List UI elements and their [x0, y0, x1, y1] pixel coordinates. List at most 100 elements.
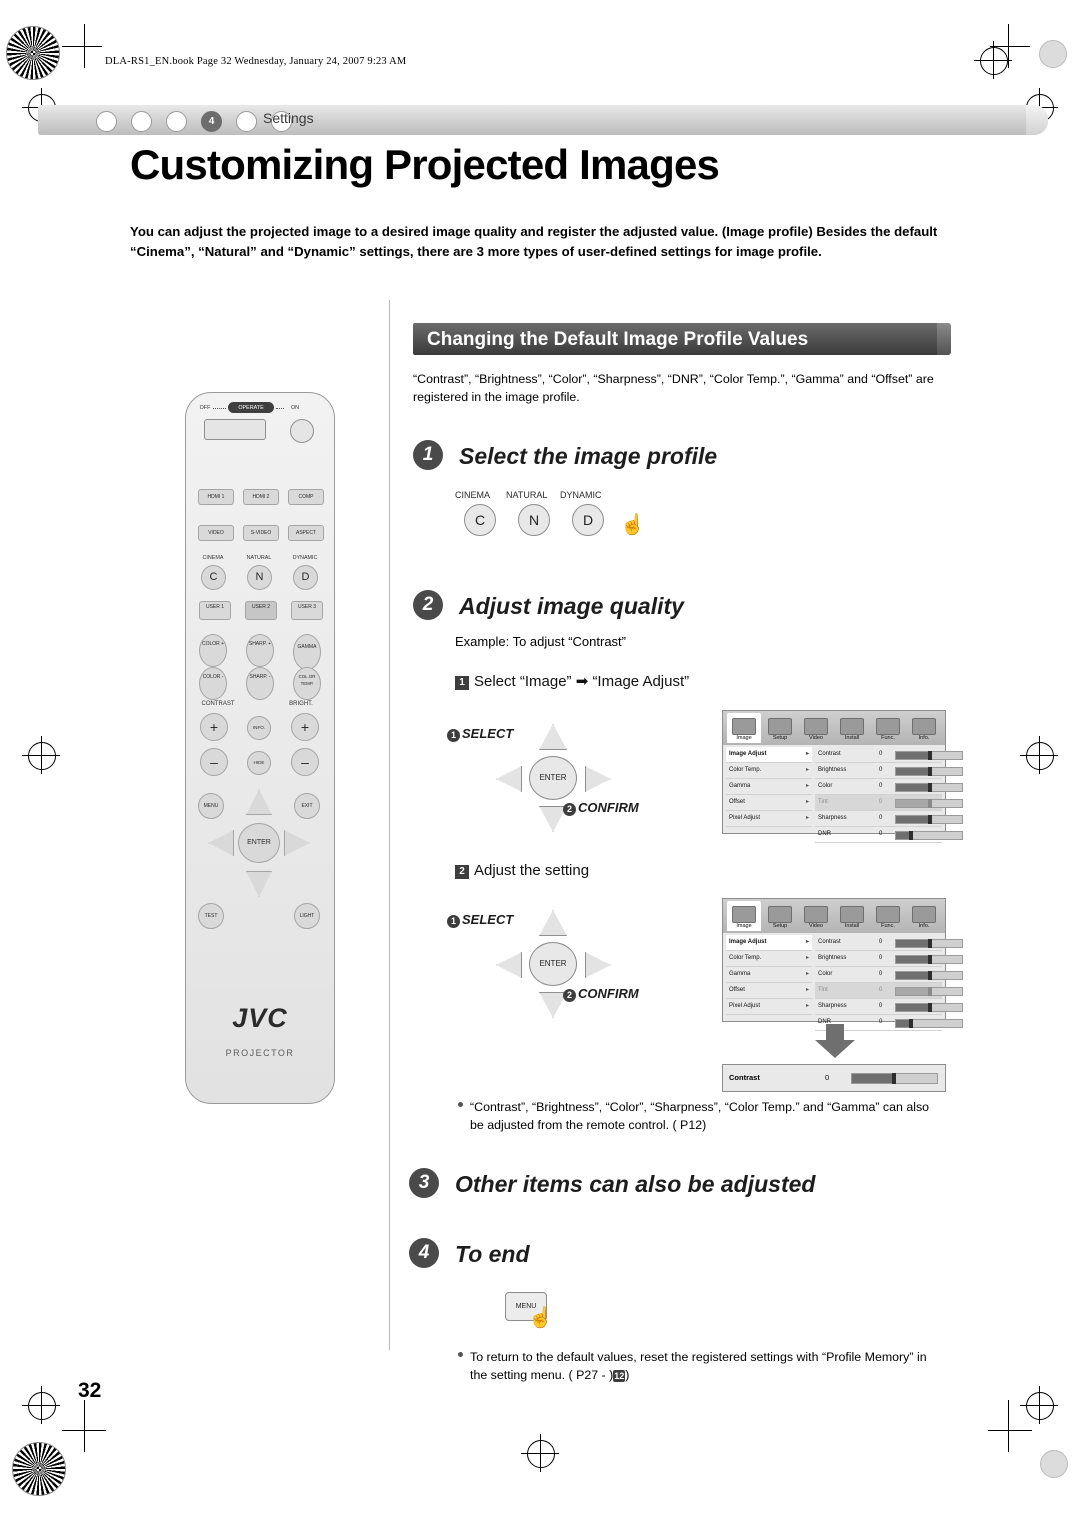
- osd-2-right-list: Contrast 0 Brightness 0 Color 0 Tint 0 Sharp…: [815, 935, 963, 1031]
- dpad-2-right-arrow[interactable]: [585, 952, 611, 978]
- osd-1-tab-install[interactable]: Install: [835, 713, 869, 743]
- osd-1-left-item[interactable]: Offset ▸: [726, 795, 812, 811]
- osd-2-right-item[interactable]: Sharpness 0: [815, 999, 963, 1015]
- tab-dot-current[interactable]: 4: [201, 111, 222, 132]
- osd-2-right-item[interactable]: Brightness 0: [815, 951, 963, 967]
- remote-color-minus-button[interactable]: COLOR -: [199, 667, 227, 700]
- remote-standby-bar[interactable]: [204, 419, 266, 440]
- remote-svideo-button[interactable]: S-VIDEO: [243, 525, 279, 541]
- osd-2-left-item[interactable]: Pixel Adjust ▸: [726, 999, 812, 1015]
- remote-exit-button[interactable]: EXIT: [294, 793, 320, 819]
- profile-button-dynamic[interactable]: D: [572, 504, 604, 536]
- remote-contrast-plus-button[interactable]: +: [200, 713, 228, 741]
- osd-1-left-item[interactable]: Color Temp. ▸: [726, 763, 812, 779]
- osd-2-tab-video[interactable]: Video: [799, 901, 833, 931]
- remote-dynamic-button[interactable]: D: [293, 565, 318, 590]
- contrast-bar-value: 0: [825, 1073, 830, 1082]
- remote-control-note-text: “Contrast”, “Brightness”, “Color”, “Shar…: [470, 1100, 930, 1132]
- tab-dot-2[interactable]: [131, 111, 152, 132]
- step-2-example: Example: To adjust “Contrast”: [455, 634, 626, 649]
- reg-mark-bottom-center: [521, 1434, 559, 1472]
- remote-comp-button[interactable]: COMP: [288, 489, 324, 505]
- osd-1-tab-setup[interactable]: Setup: [763, 713, 797, 743]
- remote-menu-button[interactable]: MENU: [198, 793, 224, 819]
- dpad-1-enter-button[interactable]: ENTER: [529, 756, 577, 800]
- remote-aspect-button[interactable]: ASPECT: [288, 525, 324, 541]
- step-1-number: 1: [413, 440, 443, 470]
- remote-dpad-left[interactable]: [208, 830, 234, 856]
- osd-2-tab-install[interactable]: Install: [835, 901, 869, 931]
- remote-sharp-minus-button[interactable]: SHARP. -: [246, 667, 274, 700]
- file-header-line: DLA-RS1_EN.book Page 32 Wednesday, Janua…: [105, 56, 407, 67]
- crop-mark-top-right: [990, 24, 1030, 68]
- remote-test-button[interactable]: TEST: [198, 903, 224, 929]
- osd-2-right-item[interactable]: Contrast 0: [815, 935, 963, 951]
- remote-hide-button[interactable]: HIDE: [247, 751, 271, 775]
- reset-note-text: To return to the default values, reset t…: [470, 1350, 927, 1382]
- osd-2-tab-info[interactable]: Info.: [907, 901, 941, 931]
- osd-2-left-item[interactable]: Gamma ▸: [726, 967, 812, 983]
- substep-1-badge: 1: [455, 676, 469, 690]
- remote-color-plus-button[interactable]: COLOR +: [199, 634, 227, 667]
- remote-bright-plus-button[interactable]: +: [291, 713, 319, 741]
- contrast-adjust-bar[interactable]: Contrast 0: [722, 1064, 946, 1092]
- remote-enter-button[interactable]: ENTER: [238, 823, 280, 863]
- osd-1-left-list: Image Adjust ▸ Color Temp. ▸ Gamma ▸ Offset…: [726, 747, 812, 827]
- osd-1-right-item[interactable]: Brightness 0: [815, 763, 963, 779]
- page-title: Customizing Projected Images: [130, 141, 720, 188]
- remote-bright-minus-button[interactable]: –: [291, 748, 319, 776]
- remote-info-button[interactable]: INFO.: [247, 716, 271, 740]
- remote-gamma-button[interactable]: GAMMA: [293, 634, 321, 670]
- osd-2-right-item[interactable]: Color 0: [815, 967, 963, 983]
- osd-1-right-item[interactable]: Sharpness 0: [815, 811, 963, 827]
- remote-hdmi1-button[interactable]: HDMI 1: [198, 489, 234, 505]
- remote-natural-button[interactable]: N: [247, 565, 272, 590]
- remote-user2-button[interactable]: USER 2: [245, 601, 277, 620]
- osd-2-tab-image[interactable]: Image: [727, 901, 761, 931]
- remote-user1-button[interactable]: USER 1: [199, 601, 231, 620]
- osd-1-tab-video[interactable]: Video: [799, 713, 833, 743]
- remote-video-button[interactable]: VIDEO: [198, 525, 234, 541]
- dpad-2-left-arrow[interactable]: [496, 952, 522, 978]
- remote-operate-label: OPERATE: [238, 405, 264, 411]
- remote-dpad-down[interactable]: [246, 871, 272, 897]
- profile-button-natural[interactable]: N: [518, 504, 550, 536]
- tab-dot-5[interactable]: [236, 111, 257, 132]
- remote-dpad-right[interactable]: [284, 830, 310, 856]
- remote-light-button[interactable]: LIGHT: [294, 903, 320, 929]
- osd-1-right-item[interactable]: Contrast 0: [815, 747, 963, 763]
- remote-dpad-up[interactable]: [246, 789, 272, 815]
- contrast-bar-slider[interactable]: [851, 1073, 938, 1084]
- remote-sharp-plus-button[interactable]: SHARP. +: [246, 634, 274, 667]
- dpad-1-right-arrow[interactable]: [585, 766, 611, 792]
- remote-control-illustration: OFF OPERATE ON HDMI 1 HDMI 2 COMP VIDEO …: [185, 392, 335, 1104]
- tab-dot-1[interactable]: [96, 111, 117, 132]
- remote-user3-button[interactable]: USER 3: [291, 601, 323, 620]
- dpad-1-up-arrow[interactable]: [539, 724, 567, 750]
- step-2-substep-1: 1 Select “Image” ➡ “Image Adjust”: [455, 672, 689, 690]
- remote-contrast-minus-button[interactable]: –: [200, 748, 228, 776]
- dpad-2-enter-button[interactable]: ENTER: [529, 942, 577, 986]
- remote-cinema-button[interactable]: C: [201, 565, 226, 590]
- osd-1-tab-info[interactable]: Info.: [907, 713, 941, 743]
- osd-1-tab-image[interactable]: Image: [727, 713, 761, 743]
- step-2-number: 2: [413, 590, 443, 620]
- osd-1-right-item[interactable]: DNR 0: [815, 827, 963, 843]
- osd-2-left-item[interactable]: Image Adjust ▸: [726, 935, 812, 951]
- remote-power-button[interactable]: [290, 419, 314, 443]
- osd-1-left-item[interactable]: Gamma ▸: [726, 779, 812, 795]
- osd-2-tab-setup[interactable]: Setup: [763, 901, 797, 931]
- remote-hdmi2-button[interactable]: HDMI 2: [243, 489, 279, 505]
- osd-1-tab-func[interactable]: Func.: [871, 713, 905, 743]
- osd-1-left-item[interactable]: Image Adjust ▸: [726, 747, 812, 763]
- osd-2-tab-func[interactable]: Func.: [871, 901, 905, 931]
- osd-2-left-item[interactable]: Offset ▸: [726, 983, 812, 999]
- profile-button-cinema[interactable]: C: [464, 504, 496, 536]
- osd-1-left-item[interactable]: Pixel Adjust ▸: [726, 811, 812, 827]
- tab-dot-3[interactable]: [166, 111, 187, 132]
- dpad-1-left-arrow[interactable]: [496, 766, 522, 792]
- osd-2-left-item[interactable]: Color Temp. ▸: [726, 951, 812, 967]
- remote-color-temp-button[interactable]: COL.OR TEMP.: [293, 667, 321, 700]
- osd-1-right-item[interactable]: Color 0: [815, 779, 963, 795]
- dpad-2-up-arrow[interactable]: [539, 910, 567, 936]
